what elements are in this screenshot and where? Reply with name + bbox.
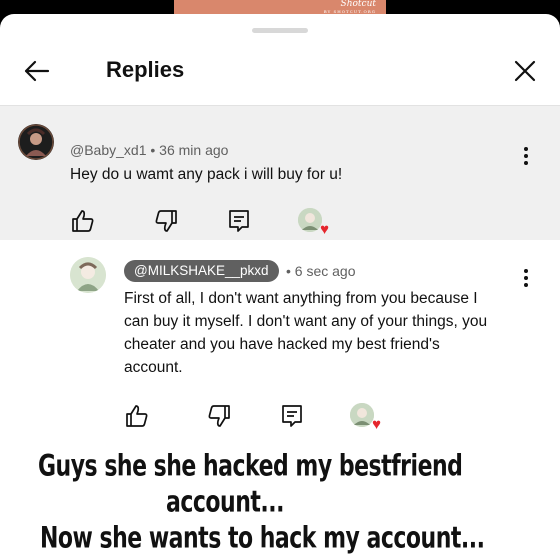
- more-vert-icon: [524, 147, 528, 165]
- reply-author-chip[interactable]: @MILKSHAKE__pkxd: [124, 260, 279, 282]
- creator-heart-badge: ♥: [298, 208, 329, 237]
- thumbs-down-icon: [155, 210, 177, 232]
- creator-avatar-icon: [298, 208, 322, 232]
- user-avatar-image: [70, 257, 106, 293]
- avatar[interactable]: [18, 124, 54, 160]
- replies-sheet: Replies @Baby_xd1 • 36 min ago Hey do u …: [0, 14, 560, 560]
- reply-time-meta: • 6 sec ago: [286, 263, 356, 279]
- thumbs-up-icon: [126, 405, 148, 427]
- dislike-button[interactable]: [206, 403, 232, 429]
- reply-time: 6 sec ago: [294, 263, 356, 279]
- caption-line: Guys she she hacked my bestfriend: [38, 450, 463, 484]
- parent-comment: @Baby_xd1 • 36 min ago Hey do u wamt any…: [0, 105, 560, 240]
- comment-time: 36 min ago: [159, 142, 229, 158]
- creator-avatar-icon: [350, 403, 374, 427]
- like-button[interactable]: [124, 403, 150, 429]
- thumbs-up-icon: [72, 210, 94, 232]
- comment-icon: [229, 210, 249, 232]
- comment-meta: @Baby_xd1 • 36 min ago: [70, 142, 229, 158]
- comment-text: Hey do u wamt any pack i will buy for u!: [70, 166, 343, 183]
- reply-text: First of all, I don't want anything from…: [124, 287, 487, 379]
- more-options-button[interactable]: [516, 266, 536, 290]
- arrow-left-icon: [24, 60, 50, 82]
- page-title: Replies: [106, 57, 185, 82]
- dislike-button[interactable]: [153, 208, 179, 234]
- caption-line: Now she wants to hack my account...: [40, 522, 485, 556]
- close-button[interactable]: [508, 54, 542, 88]
- back-button[interactable]: [20, 54, 54, 88]
- reply-button[interactable]: [226, 208, 252, 234]
- heart-icon: ♥: [372, 416, 381, 433]
- reply-text-line: First of all, I don't want anything from…: [124, 290, 478, 307]
- caption-line: account...: [166, 486, 284, 520]
- drag-handle[interactable]: [252, 28, 308, 33]
- avatar[interactable]: [70, 257, 106, 293]
- reply-text-line: cheater and you have hacked my best frie…: [124, 336, 440, 353]
- user-avatar-image: [18, 124, 54, 160]
- more-options-button[interactable]: [516, 144, 536, 168]
- thumbs-down-icon: [208, 405, 230, 427]
- more-vert-icon: [524, 269, 528, 287]
- close-icon: [514, 60, 536, 82]
- reply-text-line: can buy it myself. I don't want any of y…: [124, 313, 488, 330]
- overlay-caption: Guys she she hacked my bestfriend accoun…: [0, 436, 560, 560]
- reply-text-line: account.: [124, 359, 183, 376]
- replies-header: Replies: [0, 42, 560, 104]
- like-button[interactable]: [70, 208, 96, 234]
- comment-icon: [282, 405, 302, 427]
- reply-button[interactable]: [279, 403, 305, 429]
- creator-heart-badge: ♥: [350, 403, 381, 432]
- heart-icon: ♥: [320, 221, 329, 238]
- comment-author[interactable]: @Baby_xd1: [70, 142, 146, 158]
